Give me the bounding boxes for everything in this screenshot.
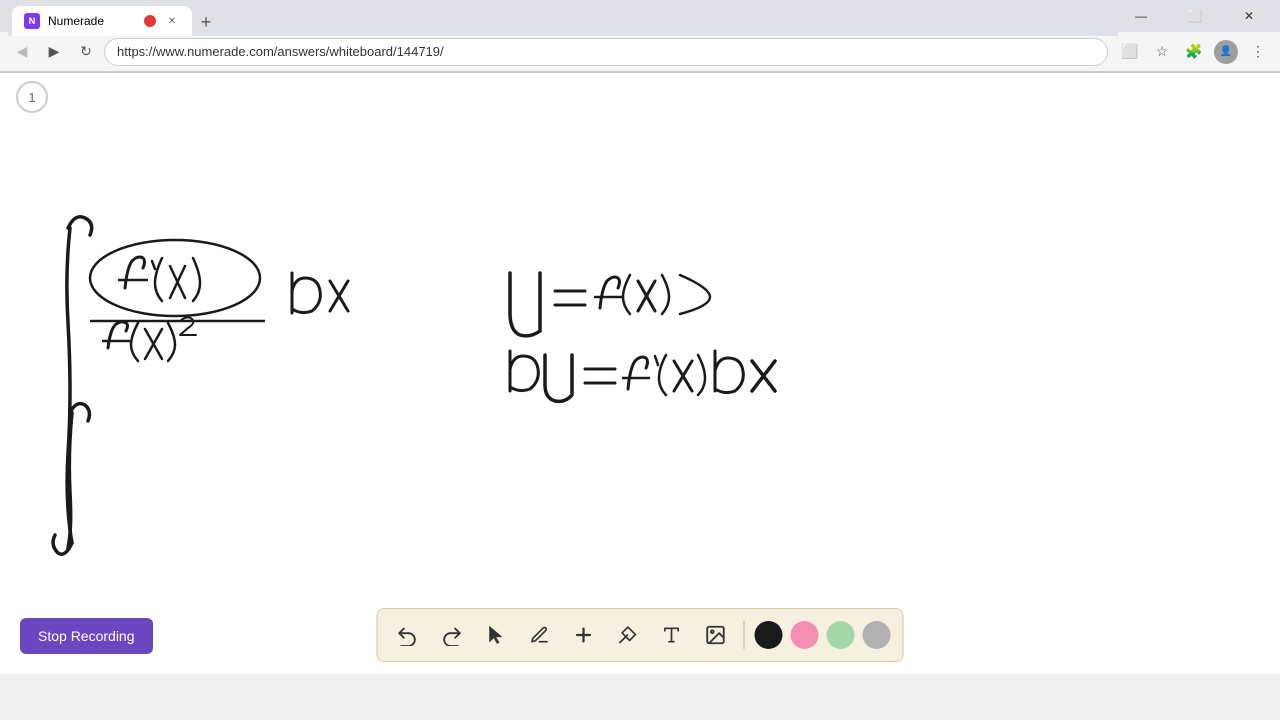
- pen-tool-button[interactable]: [522, 617, 558, 653]
- maximize-button[interactable]: ⬜: [1172, 0, 1218, 32]
- highlighter-tool-button[interactable]: [610, 617, 646, 653]
- url-text: https://www.numerade.com/answers/whitebo…: [117, 44, 1095, 59]
- extension-icon[interactable]: 🧩: [1180, 38, 1208, 66]
- color-pink[interactable]: [791, 621, 819, 649]
- drawing-tools-palette: [377, 608, 904, 662]
- forward-button[interactable]: ▶: [40, 38, 68, 66]
- window-controls: — ⬜ ✕: [1118, 0, 1272, 32]
- browser-chrome: N Numerade ✕ + — ⬜ ✕ ◀ ▶ ↻ https://www.n…: [0, 0, 1280, 73]
- recording-dot: [144, 15, 156, 27]
- redo-button[interactable]: [434, 617, 470, 653]
- color-gray[interactable]: [863, 621, 891, 649]
- stop-recording-button[interactable]: Stop Recording: [20, 618, 153, 654]
- tab-close-button[interactable]: ✕: [164, 13, 180, 29]
- refresh-button[interactable]: ↻: [72, 38, 100, 66]
- minimize-button[interactable]: —: [1118, 0, 1164, 32]
- back-button[interactable]: ◀: [8, 38, 36, 66]
- cast-icon[interactable]: ⬜: [1116, 38, 1144, 66]
- tab-title: Numerade: [48, 14, 136, 28]
- whiteboard[interactable]: 1: [0, 73, 1280, 674]
- avatar: 👤: [1214, 40, 1238, 64]
- tab-bar: N Numerade ✕ +: [8, 0, 1118, 36]
- profile-icon[interactable]: 👤: [1212, 38, 1240, 66]
- text-tool-button[interactable]: [654, 617, 690, 653]
- color-green[interactable]: [827, 621, 855, 649]
- title-bar: N Numerade ✕ + — ⬜ ✕: [0, 0, 1280, 32]
- bottom-toolbar: Stop Recording: [0, 566, 1280, 674]
- add-button[interactable]: [566, 617, 602, 653]
- main-content: 1: [0, 73, 1280, 674]
- close-button[interactable]: ✕: [1226, 0, 1272, 32]
- color-black[interactable]: [755, 621, 783, 649]
- navigation-bar: ◀ ▶ ↻ https://www.numerade.com/answers/w…: [0, 32, 1280, 72]
- undo-button[interactable]: [390, 617, 426, 653]
- browser-tab[interactable]: N Numerade ✕: [12, 6, 192, 36]
- math-content: [0, 73, 1280, 674]
- tab-favicon: N: [24, 13, 40, 29]
- tool-separator: [744, 621, 745, 649]
- menu-icon[interactable]: ⋮: [1244, 38, 1272, 66]
- select-tool-button[interactable]: [478, 617, 514, 653]
- new-tab-button[interactable]: +: [192, 8, 220, 36]
- page-number: 1: [16, 81, 48, 113]
- image-tool-button[interactable]: [698, 617, 734, 653]
- bookmark-icon[interactable]: ☆: [1148, 38, 1176, 66]
- address-bar[interactable]: https://www.numerade.com/answers/whitebo…: [104, 38, 1108, 66]
- nav-icons: ⬜ ☆ 🧩 👤 ⋮: [1116, 38, 1272, 66]
